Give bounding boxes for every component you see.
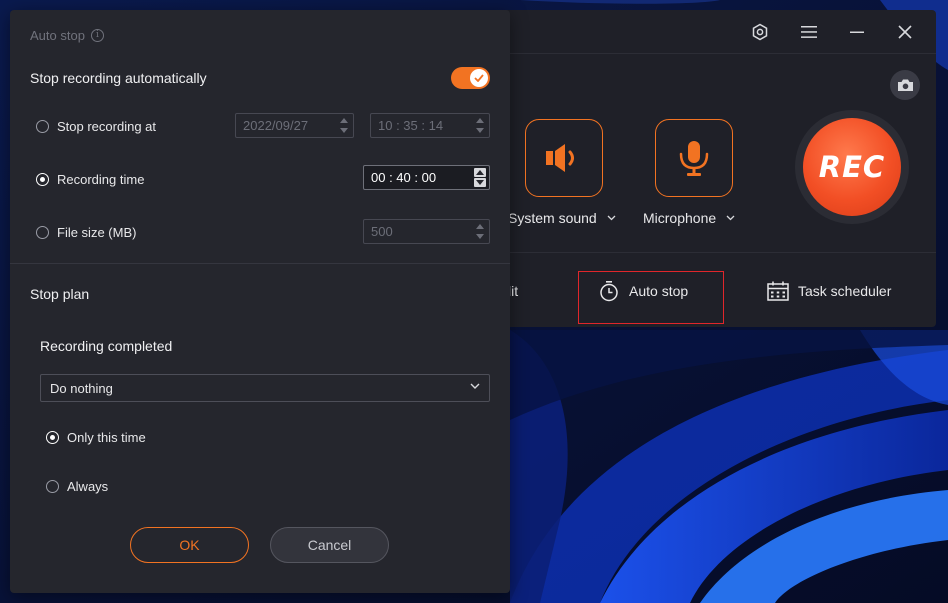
auto-stop-dialog: Auto stop i Stop recording automatically… [10,10,510,593]
recording-time-value: 00 : 40 : 00 [371,170,437,185]
stepper-down-icon[interactable] [474,126,486,135]
stop-auto-toggle[interactable] [451,67,490,89]
stop-at-date-value: 2022/09/27 [243,118,309,133]
stop-plan-label: Stop plan [30,286,90,302]
task-scheduler-label: Task scheduler [798,282,892,299]
chevron-down-icon [607,215,616,221]
settings-button[interactable] [746,18,774,46]
always-label: Always [67,479,109,494]
stop-at-date-field[interactable]: 2022/09/27 [235,113,354,138]
timer-icon [600,280,618,301]
only-this-time-radio[interactable] [46,431,59,444]
chevron-down-icon [726,215,735,221]
stop-auto-label: Stop recording automatically [30,70,207,86]
file-size-field[interactable]: 500 [363,219,490,244]
hex-gear-icon [752,23,768,41]
chevron-down-icon [470,383,480,389]
hamburger-menu-icon [801,26,817,38]
stepper-up-icon[interactable] [338,116,350,125]
calendar-icon [767,281,789,301]
menu-button[interactable] [795,18,823,46]
section-divider [10,263,510,264]
system-sound-label: System sound [508,210,597,226]
recording-time-field[interactable]: 00 : 40 : 00 [363,165,490,190]
stop-at-time-field[interactable]: 10 : 35 : 14 [370,113,490,138]
stop-at-radio[interactable] [36,120,49,133]
recording-time-label: Recording time [57,172,145,187]
recording-completed-label: Recording completed [40,338,173,354]
microphone-dropdown[interactable]: Microphone [643,210,735,226]
stepper-down-icon[interactable] [474,232,486,241]
cancel-button[interactable]: Cancel [270,527,389,563]
microphone-button[interactable] [655,119,733,197]
dialog-title: Auto stop i [30,28,104,43]
file-size-radio[interactable] [36,226,49,239]
auto-stop-button[interactable]: Auto stop [598,253,688,327]
screenshot-button[interactable] [890,70,920,100]
time-stepper[interactable] [474,116,486,135]
task-scheduler-button[interactable]: Task scheduler [767,253,891,327]
auto-stop-label: Auto stop [629,282,689,299]
always-radio[interactable] [46,480,59,493]
stop-at-option[interactable]: Stop recording at [36,119,156,134]
microphone-icon [679,141,709,176]
system-sound-button[interactable] [525,119,603,197]
file-size-stepper[interactable] [474,222,486,241]
stepper-up-icon[interactable] [474,168,486,177]
minimize-icon [850,31,864,33]
toggle-knob [470,69,488,87]
file-size-option[interactable]: File size (MB) [36,225,136,240]
info-icon[interactable]: i [90,29,104,42]
stepper-up-icon[interactable] [474,222,486,231]
ok-button[interactable]: OK [130,527,249,563]
dialog-title-text: Auto stop [30,28,85,43]
only-this-time-label: Only this time [67,430,146,445]
close-icon [898,25,912,39]
rec-button-ring: REC [795,110,909,224]
stop-at-label: Stop recording at [57,119,157,134]
only-this-time-option[interactable]: Only this time [46,430,146,445]
rec-button[interactable]: REC [803,118,901,216]
system-sound-dropdown[interactable]: System sound [508,210,616,226]
completed-action-value: Do nothing [50,380,113,396]
recording-time-option[interactable]: Recording time [36,172,144,187]
camera-icon [897,79,913,91]
recording-time-stepper[interactable] [474,168,486,187]
stepper-up-icon[interactable] [474,116,486,125]
always-option[interactable]: Always [46,479,108,494]
date-stepper[interactable] [338,116,350,135]
minimize-button[interactable] [843,18,871,46]
close-button[interactable] [891,18,919,46]
stop-at-time-value: 10 : 35 : 14 [378,118,444,133]
checkmark-icon [474,74,484,82]
stepper-down-icon[interactable] [338,126,350,135]
file-size-value: 500 [371,224,393,239]
microphone-label: Microphone [643,210,717,226]
speaker-icon [546,144,574,172]
completed-action-select[interactable]: Do nothing [40,374,490,402]
recording-time-radio[interactable] [36,173,49,186]
stepper-down-icon[interactable] [474,178,486,187]
file-size-label: File size (MB) [57,225,137,240]
